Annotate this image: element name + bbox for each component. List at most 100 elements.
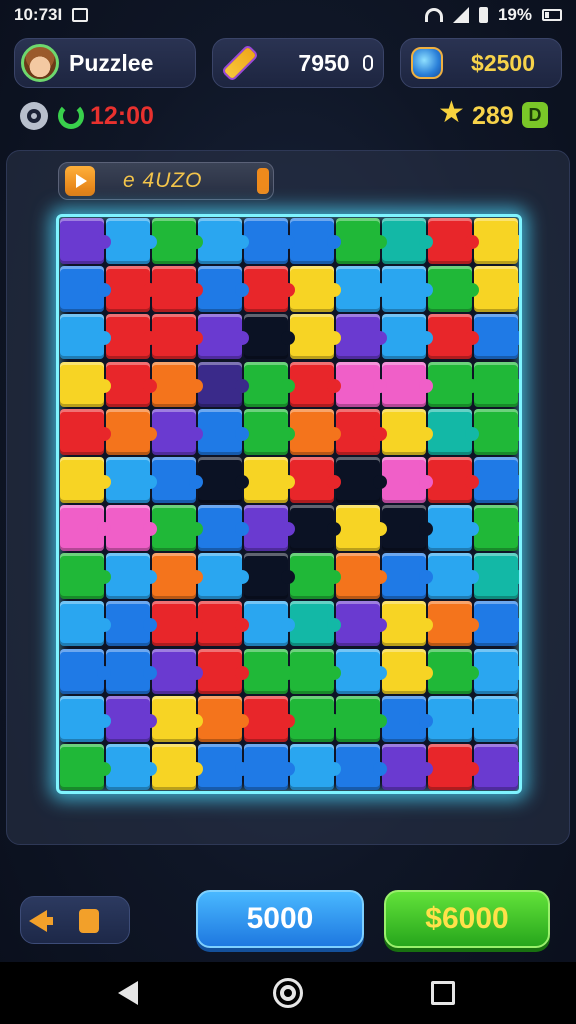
puzzle-piece[interactable] — [106, 505, 157, 551]
puzzle-piece[interactable] — [198, 218, 249, 264]
puzzle-piece[interactable] — [198, 696, 249, 743]
puzzle-piece[interactable] — [244, 218, 295, 264]
puzzle-piece[interactable] — [198, 744, 249, 790]
puzzle-piece[interactable] — [60, 265, 111, 312]
puzzle-piece[interactable] — [152, 265, 203, 312]
puzzle-piece[interactable] — [382, 457, 433, 503]
puzzle-piece[interactable] — [336, 552, 387, 599]
puzzle-piece[interactable] — [198, 313, 249, 360]
puzzle-piece[interactable] — [428, 600, 479, 647]
puzzle-piece[interactable] — [290, 361, 341, 408]
puzzle-piece[interactable] — [474, 505, 519, 551]
puzzle-piece[interactable] — [428, 457, 479, 503]
puzzle-piece[interactable] — [244, 648, 295, 695]
puzzle-piece[interactable] — [152, 218, 203, 264]
blue-buy-button[interactable]: 5000 — [196, 890, 364, 948]
puzzle-piece[interactable] — [106, 361, 157, 408]
puzzle-piece[interactable] — [382, 361, 433, 408]
puzzle-piece[interactable] — [336, 361, 387, 408]
puzzle-piece[interactable] — [244, 409, 295, 456]
gear-icon[interactable] — [20, 102, 48, 130]
puzzle-piece[interactable] — [244, 552, 295, 599]
puzzle-piece[interactable] — [336, 218, 387, 264]
puzzle-piece[interactable] — [106, 265, 157, 312]
puzzle-piece[interactable] — [106, 218, 157, 264]
puzzle-piece[interactable] — [152, 696, 203, 743]
puzzle-piece[interactable] — [152, 361, 203, 408]
puzzle-piece[interactable] — [428, 552, 479, 599]
nav-back-icon[interactable] — [118, 981, 138, 1005]
puzzle-piece[interactable] — [382, 696, 433, 743]
puzzle-piece[interactable] — [198, 265, 249, 312]
puzzle-piece[interactable] — [106, 552, 157, 599]
play-icon[interactable] — [65, 166, 95, 196]
puzzle-piece[interactable] — [60, 696, 111, 743]
puzzle-piece[interactable] — [474, 313, 519, 360]
puzzle-piece[interactable] — [152, 552, 203, 599]
puzzle-piece[interactable] — [474, 744, 519, 790]
puzzle-piece[interactable] — [382, 648, 433, 695]
puzzle-piece[interactable] — [336, 505, 387, 551]
green-buy-button[interactable]: $6000 — [384, 890, 550, 948]
puzzle-piece[interactable] — [474, 361, 519, 408]
puzzle-piece[interactable] — [290, 313, 341, 360]
puzzle-piece[interactable] — [428, 313, 479, 360]
puzzle-piece[interactable] — [152, 505, 203, 551]
info-icon[interactable] — [362, 55, 373, 71]
puzzle-piece[interactable] — [198, 552, 249, 599]
puzzle-piece[interactable] — [382, 409, 433, 456]
puzzle-piece[interactable] — [336, 648, 387, 695]
puzzle-piece[interactable] — [428, 218, 479, 264]
puzzle-piece[interactable] — [244, 696, 295, 743]
puzzle-piece[interactable] — [290, 648, 341, 695]
puzzle-piece[interactable] — [152, 457, 203, 503]
puzzle-piece[interactable] — [474, 696, 519, 743]
puzzle-piece[interactable] — [60, 648, 111, 695]
puzzle-piece[interactable] — [382, 218, 433, 264]
back-pill[interactable] — [20, 896, 130, 944]
refresh-icon[interactable] — [58, 103, 84, 129]
puzzle-grid[interactable] — [59, 217, 519, 791]
puzzle-piece[interactable] — [382, 744, 433, 790]
puzzle-piece[interactable] — [336, 457, 387, 503]
puzzle-piece[interactable] — [428, 648, 479, 695]
puzzle-piece[interactable] — [106, 600, 157, 647]
coins-pill[interactable]: 7950 — [212, 38, 384, 88]
puzzle-piece[interactable] — [290, 600, 341, 647]
puzzle-piece[interactable] — [336, 265, 387, 312]
avatar[interactable] — [21, 44, 59, 82]
puzzle-piece[interactable] — [382, 313, 433, 360]
puzzle-piece[interactable] — [290, 265, 341, 312]
puzzle-piece[interactable] — [244, 744, 295, 790]
puzzle-piece[interactable] — [336, 409, 387, 456]
puzzle-board[interactable] — [56, 214, 522, 794]
puzzle-piece[interactable] — [428, 409, 479, 456]
puzzle-piece[interactable] — [244, 600, 295, 647]
puzzle-piece[interactable] — [382, 505, 433, 551]
puzzle-piece[interactable] — [152, 313, 203, 360]
puzzle-piece[interactable] — [106, 744, 157, 790]
puzzle-piece[interactable] — [474, 265, 519, 312]
puzzle-piece[interactable] — [60, 409, 111, 456]
puzzle-piece[interactable] — [198, 361, 249, 408]
puzzle-piece[interactable] — [474, 218, 519, 264]
puzzle-piece[interactable] — [244, 313, 295, 360]
puzzle-piece[interactable] — [244, 361, 295, 408]
stars-badge-icon[interactable]: D — [522, 102, 548, 128]
puzzle-piece[interactable] — [290, 505, 341, 551]
puzzle-piece[interactable] — [474, 457, 519, 503]
arrow-left-icon[interactable] — [29, 910, 53, 932]
puzzle-piece[interactable] — [60, 218, 111, 264]
puzzle-piece[interactable] — [290, 552, 341, 599]
puzzle-piece[interactable] — [106, 409, 157, 456]
profile-pill[interactable]: Puzzlee — [14, 38, 196, 88]
puzzle-piece[interactable] — [106, 648, 157, 695]
puzzle-piece[interactable] — [290, 744, 341, 790]
puzzle-piece[interactable] — [474, 600, 519, 647]
puzzle-piece[interactable] — [198, 409, 249, 456]
puzzle-piece[interactable] — [152, 648, 203, 695]
nav-home-icon[interactable] — [273, 978, 303, 1008]
puzzle-piece[interactable] — [106, 313, 157, 360]
gems-pill[interactable]: $2500 — [400, 38, 562, 88]
puzzle-piece[interactable] — [290, 696, 341, 743]
